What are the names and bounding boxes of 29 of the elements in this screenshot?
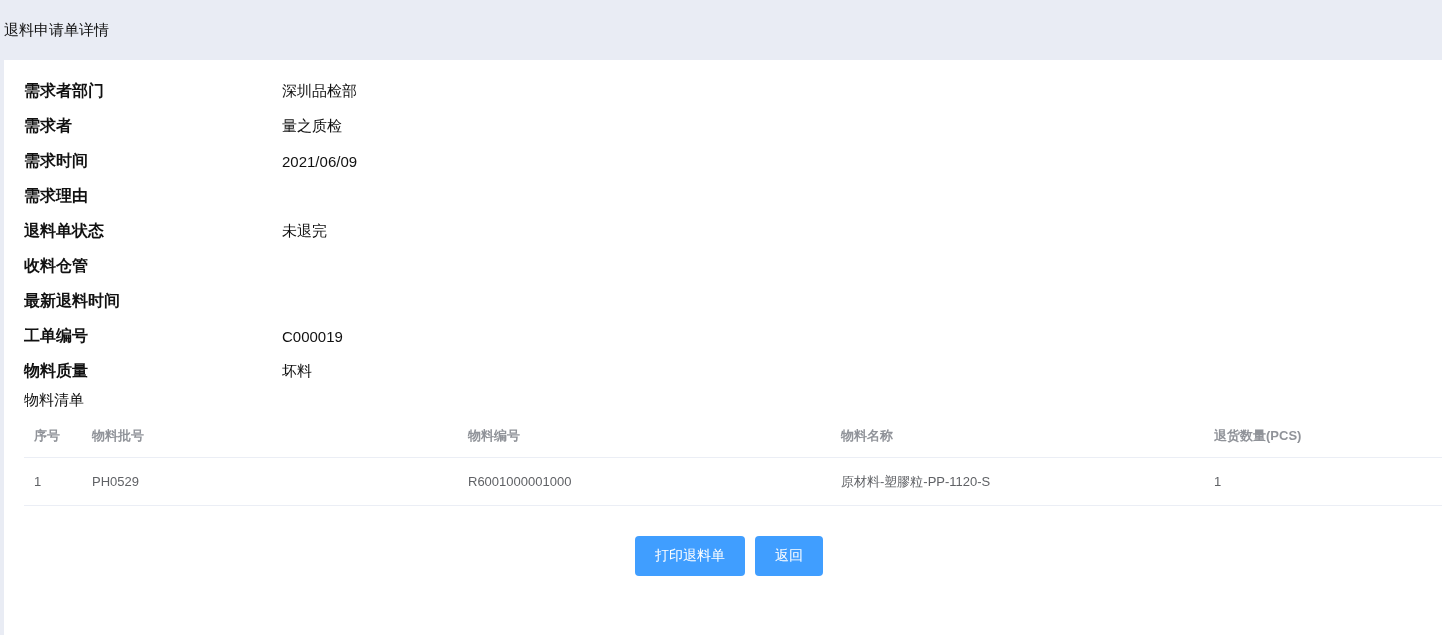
section-title: 物料清单 [24, 391, 85, 410]
table-cell-text: R6001000001000 [467, 474, 573, 489]
field-value: C000019 [282, 328, 343, 345]
column-header: 物料名称 [840, 427, 894, 445]
field-label: 收料仓管 [24, 256, 89, 276]
field-label: 退料单状态 [24, 221, 105, 241]
table-cell-text: 1 [33, 474, 43, 489]
field-label: 需求时间 [24, 151, 89, 171]
field-value: 坏料 [282, 362, 312, 381]
page-title: 退料申请单详情 [4, 20, 109, 40]
column-header: 物料编号 [467, 427, 521, 445]
field-label: 需求者 [24, 116, 73, 136]
field-value: 未退完 [282, 222, 327, 241]
field-label: 工单编号 [24, 326, 89, 346]
column-header: 序号 [33, 427, 61, 445]
column-header: 退货数量(PCS) [1213, 427, 1303, 445]
field-label: 物料质量 [24, 361, 89, 381]
back-button[interactable]: 返回 [755, 536, 823, 576]
field-value: 深圳品检部 [282, 82, 357, 101]
table-cell-text: 原材料-塑膠粒-PP-1120-S [840, 472, 992, 491]
table-cell-text: PH0529 [91, 474, 140, 489]
field-label: 需求者部门 [24, 81, 105, 101]
print-button[interactable]: 打印退料单 [635, 536, 745, 576]
table-cell-text: 1 [1213, 474, 1223, 489]
field-label: 最新退料时间 [24, 291, 121, 311]
field-value: 2021/06/09 [282, 153, 358, 170]
field-label: 需求理由 [24, 186, 89, 206]
column-header: 物料批号 [91, 427, 145, 445]
field-value: 量之质检 [282, 117, 342, 136]
